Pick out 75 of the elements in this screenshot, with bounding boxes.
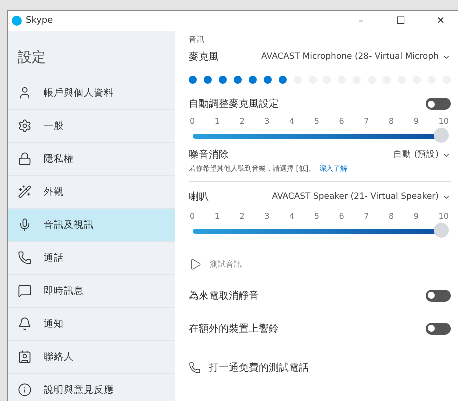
tick-label: 0 <box>190 117 196 126</box>
window-title: Skype <box>26 16 54 26</box>
play-icon <box>189 258 202 270</box>
sidebar-item-label: 聯絡人 <box>44 350 74 364</box>
sidebar-item[interactable]: 音訊及視訊 <box>8 209 175 242</box>
test-audio-button[interactable]: 測試音訊 <box>210 258 242 270</box>
sidebar-item[interactable]: 聯絡人 <box>8 341 175 374</box>
tick-label: 9 <box>414 212 419 221</box>
tick-label: 4 <box>290 117 295 126</box>
wand-icon <box>18 185 32 199</box>
speaker-label: 喇叭 <box>189 190 209 204</box>
app-logo-icon <box>12 16 22 26</box>
tick-label: 6 <box>339 117 344 126</box>
sidebar-item[interactable]: 即時訊息 <box>8 275 175 308</box>
setting-label: 為來電取消靜音 <box>189 290 259 302</box>
microphone-dropdown[interactable]: AVACAST Microphone (28- Virtual Microph <box>262 52 451 62</box>
sidebar-item[interactable]: 隱私權 <box>8 143 175 176</box>
sidebar-item[interactable]: 通知 <box>8 308 175 341</box>
sidebar-item[interactable]: 一般 <box>8 110 175 143</box>
chat-icon <box>18 284 32 298</box>
tick-label: 1 <box>214 212 220 221</box>
sidebar-title: 設定 <box>17 49 47 68</box>
noise-dropdown[interactable]: 自動 (預設) <box>394 149 451 161</box>
microphone-label: 麥克風 <box>189 50 219 64</box>
sidebar-item[interactable]: 帳戶與個人資料 <box>8 77 175 110</box>
tick-label: 5 <box>314 212 320 221</box>
tick-label: 7 <box>364 212 370 221</box>
phone-icon <box>189 362 201 374</box>
tick-label: 5 <box>314 117 320 126</box>
sidebar-item-label: 隱私權 <box>44 152 74 166</box>
contact-card-icon <box>18 350 32 364</box>
test-call-link[interactable]: 打一通免費的測試電話 <box>209 361 309 375</box>
toggle-switch[interactable] <box>426 322 451 334</box>
tick-label: 10 <box>438 117 449 126</box>
tick-label: 9 <box>414 117 419 126</box>
toggle-switch[interactable] <box>426 98 451 110</box>
sidebar-item-label: 外觀 <box>44 186 64 198</box>
phone-icon <box>18 251 32 265</box>
setting-label: 自動調整麥克風設定 <box>189 98 279 111</box>
slider-thumb[interactable] <box>434 223 449 238</box>
sidebar-item-label: 即時訊息 <box>44 284 84 298</box>
slider-thumb[interactable] <box>434 128 449 143</box>
microphone-icon <box>18 218 32 232</box>
sidebar-item[interactable]: 通話 <box>8 242 175 275</box>
sidebar-item-label: 音訊及視訊 <box>44 218 94 232</box>
lock-icon <box>18 152 32 166</box>
user-icon <box>18 86 32 100</box>
tick-label: 8 <box>389 117 394 126</box>
sidebar-item-label: 通話 <box>44 252 64 264</box>
tick-label: 3 <box>264 117 270 126</box>
sidebar-item[interactable]: 說明與意見反應 <box>8 374 175 401</box>
sidebar-item-label: 說明與意見反應 <box>44 384 114 396</box>
tick-label: 3 <box>264 212 270 221</box>
setting-label: 在額外的裝置上響鈴 <box>189 322 279 336</box>
sidebar-item-label: 一般 <box>44 120 64 132</box>
tick-label: 4 <box>290 212 295 221</box>
sidebar-item-label: 通知 <box>44 318 64 330</box>
close-button[interactable]: ✕ <box>423 11 458 31</box>
tick-label: 2 <box>240 212 245 221</box>
tick-label: 6 <box>339 212 344 221</box>
tick-label: 7 <box>364 117 370 126</box>
tick-label: 1 <box>214 117 220 126</box>
settings-icon <box>18 119 32 133</box>
toggle-switch[interactable] <box>426 290 451 302</box>
noise-label: 噪音消除 <box>189 148 229 162</box>
minimize-button[interactable]: – <box>343 11 379 31</box>
tick-label: 10 <box>438 212 449 221</box>
bell-icon <box>18 317 32 331</box>
tick-label: 2 <box>240 117 245 126</box>
speaker-dropdown[interactable]: AVACAST Speaker (21- Virtual Speaker) <box>272 192 451 202</box>
tick-label: 0 <box>190 212 196 221</box>
tick-label: 8 <box>389 212 394 221</box>
maximize-button[interactable]: ☐ <box>383 11 419 31</box>
info-icon <box>18 383 32 397</box>
sidebar-item-label: 帳戶與個人資料 <box>44 86 114 100</box>
